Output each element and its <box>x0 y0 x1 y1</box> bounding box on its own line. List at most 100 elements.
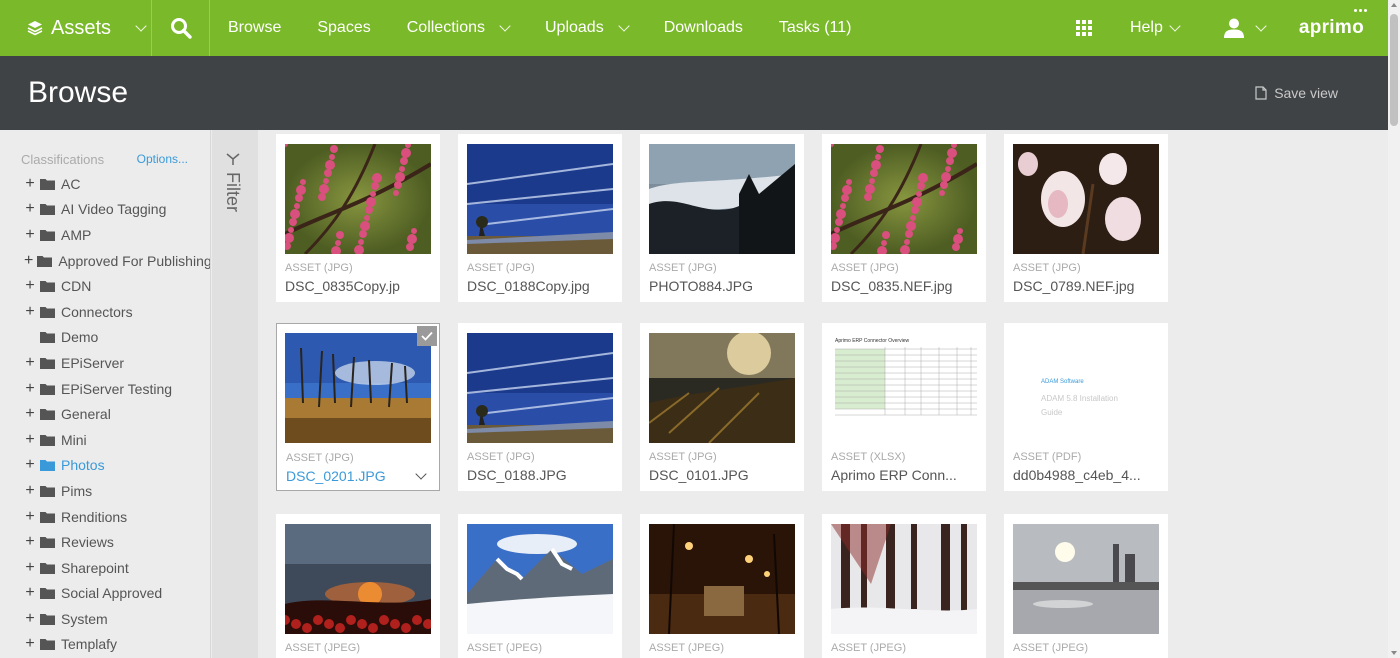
expand-plus-icon[interactable]: + <box>24 252 33 269</box>
asset-thumbnail[interactable] <box>466 333 614 443</box>
page-scrollbar[interactable] <box>1388 0 1400 658</box>
asset-card[interactable]: Aprimo ERP Connector Overview ASSET (XLSX… <box>822 323 986 491</box>
expand-plus-icon[interactable]: + <box>24 201 36 217</box>
assets-menu-button[interactable]: Assets <box>0 0 152 56</box>
asset-card[interactable]: ASSET (JPEG) <box>1004 514 1168 658</box>
asset-thumbnail[interactable] <box>285 333 431 443</box>
asset-card[interactable]: ASSET (JPEG) <box>822 514 986 658</box>
expand-plus-icon[interactable]: + <box>24 380 36 397</box>
asset-card[interactable]: ASSET (JPEG) <box>276 514 440 658</box>
expand-plus-icon[interactable]: + <box>24 508 36 525</box>
expand-plus-icon[interactable]: + <box>24 585 36 601</box>
asset-card[interactable]: ASSET (JPG) DSC_0188Copy.jpg <box>458 134 622 302</box>
asset-thumbnail[interactable]: Aprimo ERP Connector Overview <box>831 333 977 443</box>
nav-tasks[interactable]: Tasks (11) <box>761 0 870 56</box>
scrollbar-thumb[interactable] <box>1390 14 1398 126</box>
expand-plus-icon[interactable]: + <box>24 457 36 473</box>
folder-icon-wrap <box>40 331 61 344</box>
tree-item-demo[interactable]: Demo <box>0 325 210 351</box>
asset-card[interactable]: ADAM Software ADAM 5.8 Installation Guide A… <box>1004 323 1168 491</box>
asset-card[interactable]: ASSET (JPG) DSC_0789.NEF.jpg <box>1004 134 1168 302</box>
asset-thumbnail[interactable]: ADAM Software ADAM 5.8 Installation Guide <box>1013 333 1159 443</box>
asset-name[interactable]: DSC_0188Copy.jpg <box>467 278 615 294</box>
tree-item-pims[interactable]: + Pims <box>0 478 210 504</box>
asset-card[interactable]: ASSET (JPG) DSC_0835Copy.jp <box>276 134 440 302</box>
asset-name[interactable]: Aprimo ERP Conn... <box>831 467 979 483</box>
save-view-button[interactable]: Save view <box>1254 85 1338 101</box>
asset-name[interactable]: DSC_0789.NEF.jpg <box>1013 278 1161 294</box>
tree-item-sharepoint[interactable]: + Sharepoint <box>0 555 210 581</box>
asset-card[interactable]: ASSET (JPG) DSC_0201.JPG <box>276 323 440 491</box>
asset-thumbnail[interactable] <box>831 524 977 634</box>
checkmark-icon[interactable] <box>417 326 437 346</box>
asset-name[interactable]: PHOTO884.JPG <box>649 278 797 294</box>
asset-name[interactable]: DSC_0188.JPG <box>467 467 615 483</box>
asset-card[interactable]: ASSET (JPG) DSC_0835.NEF.jpg <box>822 134 986 302</box>
asset-name[interactable]: DSC_0201.JPG <box>286 468 434 484</box>
tree-item-social-approved[interactable]: + Social Approved <box>0 581 210 607</box>
asset-thumbnail[interactable] <box>1013 524 1159 634</box>
asset-name[interactable]: DSC_0835.NEF.jpg <box>831 278 979 294</box>
tree-item-renditions[interactable]: + Renditions <box>0 504 210 530</box>
scroll-down-icon[interactable] <box>1391 651 1397 655</box>
tree-item-ai-video-tagging[interactable]: + AI Video Tagging <box>0 197 210 223</box>
asset-thumbnail[interactable] <box>828 141 979 256</box>
scroll-up-icon[interactable] <box>1391 3 1397 7</box>
folder-icon <box>40 588 55 600</box>
search-button[interactable] <box>152 0 210 56</box>
tree-item-templafy[interactable]: + Templafy <box>0 632 210 658</box>
expand-plus-icon[interactable]: + <box>24 636 36 652</box>
expand-plus-icon[interactable]: + <box>24 303 36 320</box>
tree-item-mini[interactable]: + Mini <box>0 427 210 453</box>
tree-item-episerver-testing[interactable]: + EPiServer Testing <box>0 376 210 402</box>
asset-thumbnail[interactable] <box>1013 144 1159 255</box>
apps-grid-icon[interactable] <box>1075 20 1092 36</box>
options-link[interactable]: Options... <box>137 152 188 167</box>
tree-item-connectors[interactable]: + Connectors <box>0 299 210 325</box>
tree-item-cdn[interactable]: + CDN <box>0 273 210 299</box>
nav-spaces[interactable]: Spaces <box>299 0 388 56</box>
user-menu[interactable] <box>1223 17 1267 39</box>
tree-item-amp[interactable]: + AMP <box>0 222 210 248</box>
asset-card[interactable]: ASSET (JPG) DSC_0188.JPG <box>458 323 622 491</box>
expand-plus-icon[interactable]: + <box>24 482 36 499</box>
page-title: Browse <box>28 76 129 109</box>
expand-plus-icon[interactable]: + <box>24 226 36 243</box>
expand-plus-icon[interactable]: + <box>24 406 36 422</box>
asset-thumbnail[interactable] <box>467 524 613 634</box>
asset-thumbnail[interactable] <box>280 524 433 634</box>
asset-thumbnail[interactable] <box>649 523 795 635</box>
nav-downloads[interactable]: Downloads <box>646 0 761 56</box>
asset-name[interactable]: DSC_0101.JPG <box>649 467 797 483</box>
tree-item-label: System <box>61 610 108 627</box>
tree-item-photos[interactable]: + Photos <box>0 453 210 479</box>
filter-panel-toggle[interactable]: Filter <box>212 130 258 658</box>
tree-item-episerver[interactable]: + EPiServer <box>0 350 210 376</box>
asset-card[interactable]: ASSET (JPEG) <box>640 514 804 658</box>
tree-item-approved-for-publishing[interactable]: + Approved For Publishing <box>0 248 210 274</box>
asset-thumbnail[interactable] <box>282 141 433 256</box>
nav-browse[interactable]: Browse <box>210 0 299 56</box>
expand-plus-icon[interactable]: + <box>24 431 36 448</box>
nav-uploads[interactable]: Uploads <box>527 0 646 56</box>
tree-item-system[interactable]: + System <box>0 606 210 632</box>
expand-plus-icon[interactable]: + <box>24 278 36 294</box>
asset-card[interactable]: ASSET (JPG) DSC_0101.JPG <box>640 323 804 491</box>
expand-plus-icon[interactable]: + <box>24 354 36 371</box>
tree-item-general[interactable]: + General <box>0 401 210 427</box>
help-menu[interactable]: Help <box>1130 19 1181 37</box>
asset-thumbnail[interactable] <box>648 331 795 444</box>
nav-collections[interactable]: Collections <box>389 0 527 56</box>
asset-card[interactable]: ASSET (JPEG) <box>458 514 622 658</box>
tree-item-ac[interactable]: + AC <box>0 171 210 197</box>
asset-thumbnail[interactable] <box>466 144 614 254</box>
tree-item-reviews[interactable]: + Reviews <box>0 529 210 555</box>
expand-plus-icon[interactable]: + <box>24 534 36 550</box>
expand-plus-icon[interactable]: + <box>24 610 36 627</box>
asset-thumbnail[interactable] <box>649 144 795 254</box>
expand-plus-icon[interactable]: + <box>24 175 36 192</box>
asset-name[interactable]: DSC_0835Copy.jp <box>285 278 433 294</box>
expand-plus-icon[interactable]: + <box>24 559 36 576</box>
asset-card[interactable]: ASSET (JPG) PHOTO884.JPG <box>640 134 804 302</box>
asset-name[interactable]: dd0b4988_c4eb_4... <box>1013 467 1161 483</box>
